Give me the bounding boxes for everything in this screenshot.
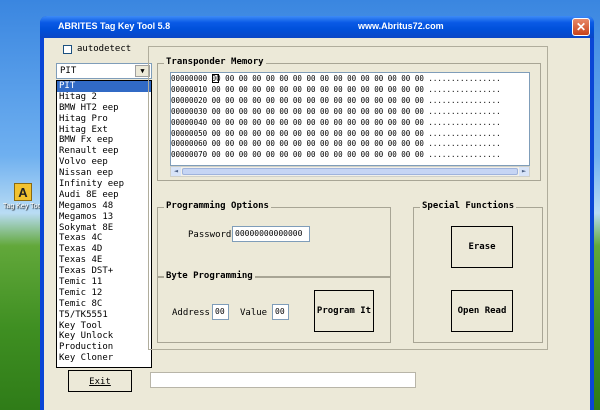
transponder-option[interactable]: Hitag 2: [57, 92, 151, 103]
address-field[interactable]: 00: [212, 304, 229, 320]
memory-row[interactable]: 00000020 00 00 00 00 00 00 00 00 00 00 0…: [171, 96, 501, 105]
special-functions-title: Special Functions: [420, 201, 517, 211]
transponder-memory-title: Transponder Memory: [164, 57, 266, 67]
password-field[interactable]: 00000000000000: [232, 226, 310, 242]
transponder-option[interactable]: Megamos 48: [57, 201, 151, 212]
memory-row[interactable]: 00000010 00 00 00 00 00 00 00 00 00 00 0…: [171, 85, 501, 94]
program-it-button[interactable]: Program It: [314, 290, 374, 332]
title-bar[interactable]: ABRITES Tag Key Tool 5.8 www.Abritus72.c…: [40, 16, 594, 38]
transponder-option[interactable]: Sokymat 8E: [57, 223, 151, 234]
transponder-combobox[interactable]: PIT ▼: [56, 63, 152, 79]
transponder-option[interactable]: BMW Fx eep: [57, 135, 151, 146]
desktop-shortcut-label: Tag Key Tool: [3, 203, 43, 210]
transponder-option[interactable]: Hitag Ext: [57, 125, 151, 136]
transponder-option[interactable]: BMW HT2 eep: [57, 103, 151, 114]
transponder-memory-group: Transponder Memory 00000000 00 00 00 00 …: [157, 57, 541, 181]
programming-options-title: Programming Options: [164, 201, 271, 211]
desktop-shortcut[interactable]: A Tag Key Tool: [3, 183, 43, 210]
transponder-option[interactable]: Key Unlock: [57, 331, 151, 342]
value-field[interactable]: 00: [272, 304, 289, 320]
chevron-down-icon: ▼: [140, 67, 145, 75]
transponder-option[interactable]: Temic 11: [57, 277, 151, 288]
transponder-option[interactable]: Megamos 13: [57, 212, 151, 223]
exit-button-label: Exit: [89, 377, 111, 387]
transponder-option[interactable]: Key Cloner: [57, 353, 151, 364]
memory-row[interactable]: 00000040 00 00 00 00 00 00 00 00 00 00 0…: [171, 118, 501, 127]
transponder-option[interactable]: Renault eep: [57, 146, 151, 157]
transponder-option[interactable]: Infinity eep: [57, 179, 151, 190]
memory-hex-view[interactable]: 00000000 00 00 00 00 00 00 00 00 00 00 0…: [170, 72, 530, 166]
autodetect-label: autodetect: [77, 44, 132, 54]
byte-programming-group: Byte Programming Address 00 Value 00 Pro…: [157, 271, 391, 343]
programming-options-group: Programming Options Password 00000000000…: [157, 201, 391, 277]
scroll-right-icon[interactable]: ►: [519, 167, 529, 176]
autodetect-checkbox[interactable]: autodetect: [63, 44, 131, 54]
memory-row[interactable]: 00000060 00 00 00 00 00 00 00 00 00 00 0…: [171, 139, 501, 148]
transponder-option[interactable]: Key Tool: [57, 321, 151, 332]
address-label: Address: [172, 308, 210, 318]
transponder-option[interactable]: Texas DST+: [57, 266, 151, 277]
status-field: [150, 372, 416, 388]
transponder-option[interactable]: Nissan eep: [57, 168, 151, 179]
transponder-option[interactable]: Volvo eep: [57, 157, 151, 168]
transponder-option[interactable]: Audi 8E eep: [57, 190, 151, 201]
transponder-option[interactable]: PIT: [57, 81, 151, 92]
checkbox-box[interactable]: [63, 44, 72, 54]
close-button[interactable]: ✕: [572, 18, 590, 36]
memory-row[interactable]: 00000050 00 00 00 00 00 00 00 00 00 00 0…: [171, 129, 501, 138]
transponder-option[interactable]: Hitag Pro: [57, 114, 151, 125]
transponder-selected-value: PIT: [60, 66, 77, 76]
password-label: Password: [188, 230, 232, 240]
main-panel: Transponder Memory 00000000 00 00 00 00 …: [148, 46, 548, 350]
transponder-option[interactable]: Texas 4E: [57, 255, 151, 266]
transponder-option[interactable]: Texas 4C: [57, 233, 151, 244]
window-title: ABRITES Tag Key Tool 5.8: [58, 21, 171, 31]
open-read-button[interactable]: Open Read: [451, 290, 513, 332]
erase-button[interactable]: Erase: [451, 226, 513, 268]
transponder-option[interactable]: Temic 8C: [57, 299, 151, 310]
exit-button[interactable]: Exit: [68, 370, 132, 392]
app-window: ABRITES Tag Key Tool 5.8 www.Abritus72.c…: [40, 16, 594, 410]
close-icon: ✕: [575, 20, 587, 34]
special-functions-group: Special Functions Erase Open Read: [413, 201, 543, 343]
transponder-option[interactable]: Temic 12: [57, 288, 151, 299]
byte-programming-title: Byte Programming: [164, 271, 255, 281]
memory-row[interactable]: 00000030 00 00 00 00 00 00 00 00 00 00 0…: [171, 107, 501, 116]
window-url: www.Abritus72.com: [358, 21, 444, 31]
transponder-option[interactable]: Texas 4D: [57, 244, 151, 255]
memory-row[interactable]: 00000070 00 00 00 00 00 00 00 00 00 00 0…: [171, 150, 501, 159]
transponder-option[interactable]: T5/TK5551: [57, 310, 151, 321]
abrites-app-icon: A: [14, 183, 32, 201]
scroll-left-icon[interactable]: ◄: [171, 167, 181, 176]
transponder-option[interactable]: Production: [57, 342, 151, 353]
window-client: autodetect PIT ▼ PIT Hitag 2 BMW HT2 eep Hi…: [44, 38, 590, 410]
memory-horizontal-scrollbar[interactable]: ◄ ►: [170, 166, 530, 177]
scroll-thumb[interactable]: [182, 168, 518, 175]
transponder-dropdown-list[interactable]: PIT Hitag 2 BMW HT2 eep Hitag Pro Hitag Ext B…: [56, 80, 152, 368]
value-label: Value: [240, 308, 268, 318]
memory-row[interactable]: 00000000 00 00 00 00 00 00 00 00 00 00 0…: [171, 74, 501, 83]
